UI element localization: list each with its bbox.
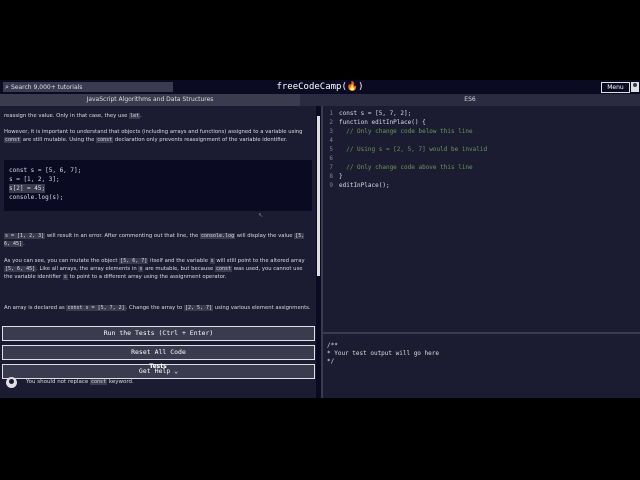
menu-button[interactable]: Menu: [601, 82, 630, 93]
line-number: 2: [329, 119, 333, 126]
avatar[interactable]: [631, 82, 639, 92]
search-icon: ⌕: [5, 83, 9, 91]
text: itself and the variable: [149, 258, 208, 264]
console-line: * Your test output will go here: [327, 350, 439, 357]
text: As you can see, you can mutate the objec…: [4, 258, 118, 264]
inline-code: s: [62, 274, 68, 280]
description-paragraph-1: reassign the value. Only in that case, t…: [4, 113, 142, 119]
inline-code: const: [4, 137, 22, 143]
line-number: 4: [329, 137, 333, 144]
description-paragraph-2: However, it is important to understand t…: [4, 128, 312, 144]
text: will result in an error. After commentin…: [46, 233, 199, 239]
example-code-block: const s = [5, 6, 7]; s = [1, 2, 3]; s[2]…: [4, 160, 312, 211]
example-line: s = [1, 2, 3];: [9, 176, 60, 183]
text: However, it is important to understand t…: [4, 129, 303, 135]
line-number: 1: [329, 110, 333, 117]
text: You should not replace: [26, 379, 89, 385]
text: . Change the array to: [125, 305, 183, 311]
test-item: You should not replace const keyword.: [0, 374, 316, 394]
instructions-paragraph: An array is declared as const s = [5, 7,…: [4, 304, 312, 312]
text: will still point to the altered array: [216, 258, 305, 264]
inline-code: let: [129, 113, 141, 119]
text: reassign the value. Only in that case, t…: [4, 113, 128, 119]
top-navbar: ⌕ Search 9,000+ tutorials freeCodeCamp(🔥)…: [0, 80, 640, 94]
description-paragraph-4: As you can see, you can mutate the objec…: [4, 257, 312, 281]
text: to point to a different array using the …: [69, 274, 227, 280]
tests-heading: Tests: [149, 363, 167, 370]
code-line-comment[interactable]: // Only change code above this line: [339, 164, 472, 171]
inline-code: [5, 6, 7]: [119, 258, 149, 264]
code-line[interactable]: function editInPlace() {: [339, 119, 426, 126]
code-line-comment[interactable]: // Only change code below this line: [339, 128, 472, 135]
text: declaration only prevents reassignment o…: [114, 137, 288, 143]
inline-code: const: [214, 266, 233, 272]
console-line: /**: [327, 342, 338, 349]
line-number: 6: [329, 155, 333, 162]
inline-code: console.log: [199, 233, 236, 239]
description-paragraph-3: s = [1, 2, 3] will result in an error. A…: [4, 233, 305, 247]
inline-code: const: [90, 379, 108, 385]
mouse-cursor: ↖: [258, 212, 264, 219]
instructions-pane: reassign the value. Only in that case, t…: [0, 106, 316, 398]
search-placeholder: Search 9,000+ tutorials: [11, 84, 83, 91]
example-line-highlighted: s[2] = 45;: [9, 184, 46, 193]
code-line[interactable]: editInPlace();: [339, 182, 390, 189]
fcc-app: ⌕ Search 9,000+ tutorials freeCodeCamp(🔥)…: [0, 80, 640, 398]
line-number: 5: [329, 146, 333, 153]
breadcrumb-subsection[interactable]: ES6: [300, 94, 640, 106]
text: are still mutable. Using the: [22, 137, 95, 143]
test-text: You should not replace const keyword.: [26, 379, 134, 385]
inline-code: s: [138, 266, 144, 272]
text: using various element assignments.: [214, 305, 311, 311]
text: are mutable, but because: [145, 266, 214, 272]
text: will display the value: [236, 233, 293, 239]
test-output-console: /** * Your test output will go here */: [323, 334, 640, 398]
console-line: */: [327, 358, 335, 365]
inline-code: s: [209, 258, 215, 264]
breadcrumb-section[interactable]: JavaScript Algorithms and Data Structure…: [0, 94, 300, 106]
code-line[interactable]: const s = [5, 7, 2];: [339, 110, 411, 117]
reset-code-button[interactable]: Reset All Code: [2, 345, 315, 360]
inline-code: s = [1, 2, 3]: [4, 233, 46, 239]
inline-code: [5, 6, 45]: [4, 266, 37, 272]
search-input[interactable]: ⌕ Search 9,000+ tutorials: [3, 82, 173, 92]
code-editor[interactable]: 1 2 3 4 5 6 7 8 9 const s = [5, 7, 2]; f…: [323, 106, 640, 332]
text: keyword.: [108, 379, 134, 385]
inline-code: const: [96, 137, 114, 143]
breadcrumb: JavaScript Algorithms and Data Structure…: [0, 94, 640, 106]
code-line-comment[interactable]: // Using s = [2, 5, 7] would be invalid: [339, 146, 487, 153]
line-number: 8: [329, 173, 333, 180]
inline-code: const s = [5, 7, 2]: [66, 305, 126, 311]
text: . Like all arrays, the array elements in: [36, 266, 137, 272]
text: An array is declared as: [4, 305, 65, 311]
example-line: const s = [5, 6, 7];: [9, 167, 82, 174]
scrollbar-thumb[interactable]: [317, 116, 320, 276]
example-line: console.log(s);: [9, 194, 64, 201]
line-number: 7: [329, 164, 333, 171]
line-number: 9: [329, 182, 333, 189]
run-tests-button[interactable]: Run the Tests (Ctrl + Enter): [2, 326, 315, 341]
line-number: 3: [329, 128, 333, 135]
test-status-icon: [6, 377, 17, 388]
code-line[interactable]: }: [339, 173, 343, 180]
inline-code: [2, 5, 7]: [183, 305, 214, 311]
brand-logo[interactable]: freeCodeCamp(🔥): [276, 82, 363, 92]
